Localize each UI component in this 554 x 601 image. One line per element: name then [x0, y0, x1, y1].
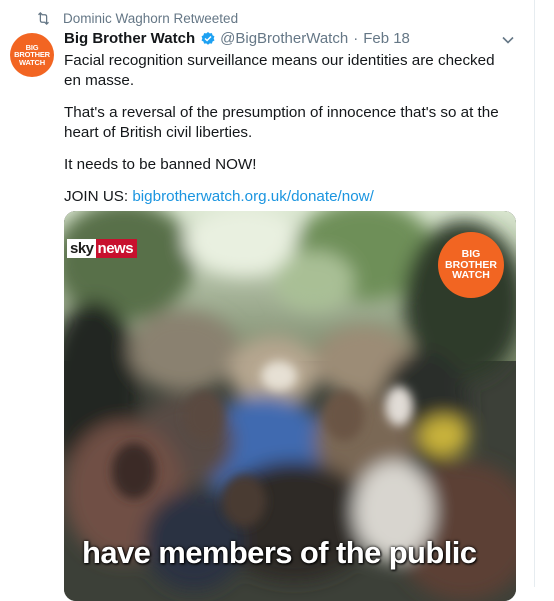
- bbw-watermark-logo: BIG BROTHER WATCH: [438, 232, 504, 298]
- tweet-paragraph: JOIN US: bigbrotherwatch.org.uk/donate/n…: [64, 187, 514, 207]
- join-label: JOIN US:: [64, 188, 133, 205]
- user-handle[interactable]: @BigBrotherWatch: [220, 30, 348, 47]
- video-player[interactable]: sky news BIG BROTHER WATCH have members …: [64, 211, 516, 601]
- tweet-paragraph: Facial recognition surveillance means ou…: [64, 52, 495, 89]
- tweet-paragraph: That's a reversal of the presumption of …: [64, 104, 499, 141]
- avatar[interactable]: BIG BROTHER WATCH: [10, 33, 54, 77]
- donate-link[interactable]: bigbrotherwatch.org.uk/donate/now/: [132, 188, 373, 205]
- tweet-header: Big Brother Watch @BigBrotherWatch · Feb…: [64, 30, 410, 47]
- retweet-icon: [38, 11, 49, 26]
- sky-logo-text: sky: [67, 239, 96, 258]
- timeline-divider: [534, 0, 535, 587]
- retweet-context[interactable]: Dominic Waghorn Retweeted: [36, 11, 238, 26]
- display-name[interactable]: Big Brother Watch: [64, 30, 195, 47]
- retweet-text: Dominic Waghorn Retweeted: [63, 11, 239, 26]
- tweet-date[interactable]: Feb 18: [363, 30, 410, 47]
- avatar-line: WATCH: [19, 57, 45, 67]
- tweet-paragraph: It needs to be banned NOW!: [64, 156, 257, 173]
- chevron-down-icon[interactable]: [501, 33, 515, 47]
- verified-badge-icon: [201, 31, 215, 45]
- separator-dot: ·: [353, 30, 359, 47]
- video-caption: have members of the public: [82, 535, 477, 570]
- news-logo-text: news: [95, 239, 138, 258]
- watermark-line: WATCH: [452, 269, 490, 282]
- tweet-text: Facial recognition surveillance means ou…: [64, 51, 514, 219]
- sky-news-logo: sky news: [67, 239, 138, 258]
